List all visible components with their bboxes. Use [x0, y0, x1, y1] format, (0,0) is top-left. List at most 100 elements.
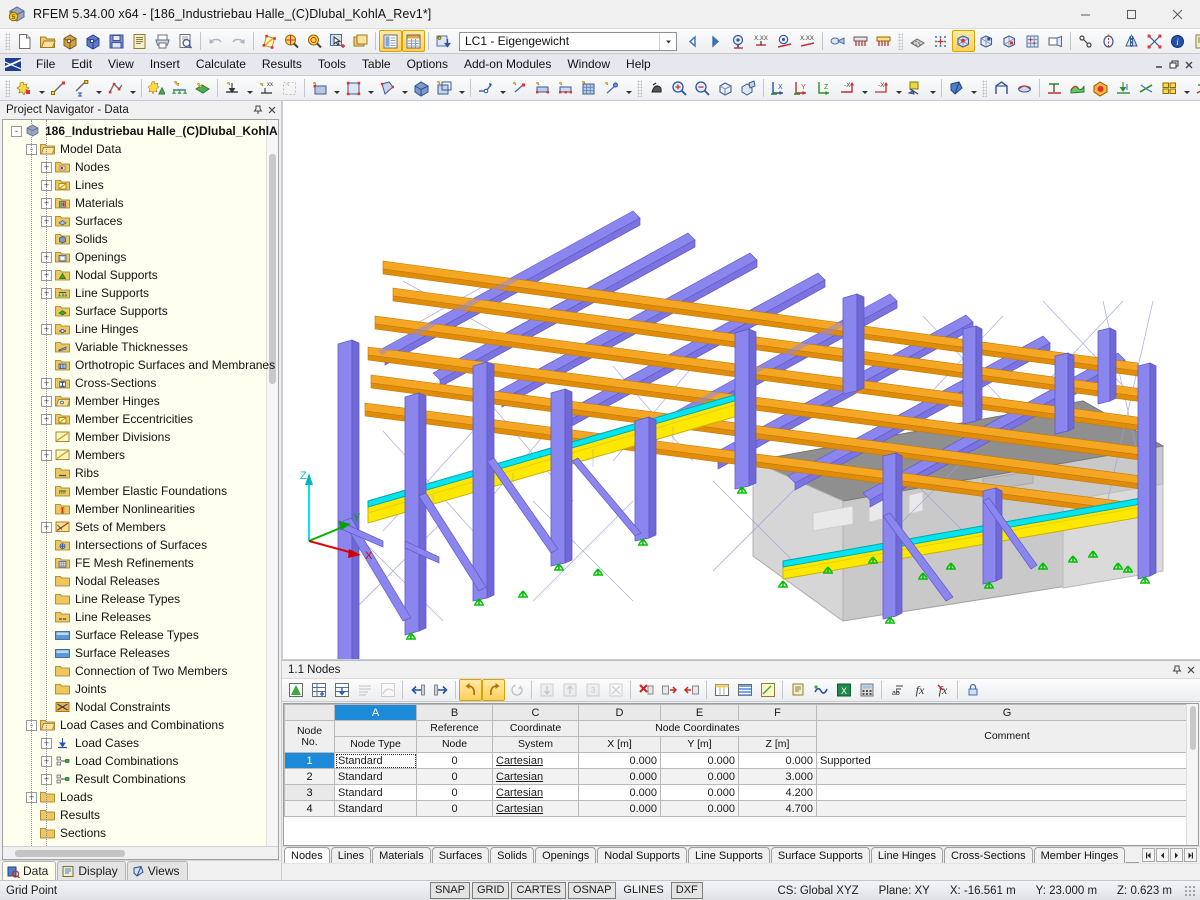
- sheet-tab-cross-sections[interactable]: Cross-Sections: [944, 847, 1033, 863]
- col-letter-d[interactable]: D: [578, 704, 661, 721]
- zoom-in-icon[interactable]: [668, 77, 691, 99]
- table-columns-icon[interactable]: [710, 679, 733, 701]
- new-nodal-constraint-dropdown-icon[interactable]: [623, 77, 634, 99]
- structural-model-3d[interactable]: Z Y X: [283, 101, 1200, 660]
- tree-item-loads[interactable]: + Loads: [3, 788, 278, 806]
- move-copy-icon[interactable]: [1074, 30, 1097, 52]
- tree-item-result-combinations[interactable]: + Result Combinations: [3, 770, 278, 788]
- tree-item-members[interactable]: + Members: [3, 446, 278, 464]
- show-model-icon[interactable]: [952, 30, 975, 52]
- zoom-window-icon[interactable]: [280, 30, 303, 52]
- result-values-icon[interactable]: X.XX: [750, 30, 773, 52]
- member-hinge-dropdown-icon[interactable]: [497, 77, 508, 99]
- new-surface-support-icon[interactable]: [191, 77, 214, 99]
- sheet-tab-openings[interactable]: Openings: [535, 847, 597, 863]
- cell-y[interactable]: 0.000: [660, 752, 739, 769]
- tree-hscroll-thumb[interactable]: [15, 850, 125, 857]
- support-reactions-icon[interactable]: [1135, 77, 1158, 99]
- select-objects-icon[interactable]: [257, 30, 280, 52]
- close-button[interactable]: [1154, 0, 1200, 29]
- view-x-direction-icon[interactable]: X: [767, 77, 790, 99]
- new-surface-icon[interactable]: [308, 77, 331, 99]
- table-refresh-icon[interactable]: [505, 679, 528, 701]
- scale-icon[interactable]: [1143, 30, 1166, 52]
- cell-reference-node[interactable]: 0: [416, 768, 493, 785]
- tree-item-nodes[interactable]: + Nodes: [3, 158, 278, 176]
- table-row[interactable]: 2 Standard 0 Cartesian 0.000 0.000 3.000: [284, 768, 1198, 785]
- toolbar-grip[interactable]: [982, 79, 987, 97]
- visibility-icon[interactable]: [904, 77, 927, 99]
- table-lock-icon[interactable]: [961, 679, 984, 701]
- tree-item-model-data[interactable]: - Model Data: [3, 140, 278, 158]
- view-axonometric-icon[interactable]: -X: [870, 77, 893, 99]
- resize-grip[interactable]: [1184, 884, 1196, 897]
- table-close-icon[interactable]: [1184, 663, 1198, 677]
- new-node-icon[interactable]: [13, 77, 36, 99]
- menu-window[interactable]: Window: [559, 54, 618, 75]
- menu-tools[interactable]: Tools: [310, 54, 354, 75]
- cell-reference-node[interactable]: 0: [416, 784, 493, 801]
- redo-icon[interactable]: [227, 30, 250, 52]
- table-first-icon[interactable]: [535, 679, 558, 701]
- tree-item-nodal-releases[interactable]: Nodal Releases: [3, 572, 278, 590]
- cell-comment[interactable]: [816, 800, 1198, 817]
- show-surfaces-mesh-icon[interactable]: [1021, 30, 1044, 52]
- table-calculator-icon[interactable]: [855, 679, 878, 701]
- menu-help[interactable]: Help: [618, 54, 659, 75]
- tree-item-sections[interactable]: Sections: [3, 824, 278, 842]
- new-surface-dropdown-icon[interactable]: [331, 77, 342, 99]
- table-chart-icon[interactable]: [376, 679, 399, 701]
- load-display-icon[interactable]: [849, 30, 872, 52]
- result-color-panel-dropdown-icon[interactable]: [1181, 77, 1192, 99]
- menu-results[interactable]: Results: [254, 54, 310, 75]
- cell-coordinate-system[interactable]: Cartesian: [492, 784, 579, 801]
- status-flag-dxf[interactable]: DXF: [670, 882, 703, 899]
- cell-z[interactable]: 4.700: [738, 800, 817, 817]
- table-function-icon[interactable]: fx: [908, 679, 931, 701]
- cell-y[interactable]: 0.000: [660, 800, 739, 817]
- table-redo-icon[interactable]: [482, 679, 505, 701]
- deformation-icon[interactable]: [1112, 77, 1135, 99]
- open-model-icon[interactable]: [59, 30, 82, 52]
- navigator-tree[interactable]: -186_Industriebau Halle_(C)Dlubal_KohlA -…: [3, 120, 278, 846]
- cell-coordinate-system[interactable]: Cartesian: [492, 752, 579, 769]
- menu-file[interactable]: File: [28, 54, 63, 75]
- new-member-dropdown-icon[interactable]: [93, 77, 104, 99]
- section-cut-icon[interactable]: [1192, 77, 1200, 99]
- cell-x[interactable]: 0.000: [578, 768, 661, 785]
- new-node-dropdown-icon[interactable]: [36, 77, 47, 99]
- tree-collapse-icon[interactable]: -: [11, 125, 22, 137]
- sheet-first-button[interactable]: [1142, 848, 1155, 862]
- menu-calculate[interactable]: Calculate: [188, 54, 254, 75]
- tree-item-line-release-types[interactable]: Line Release Types: [3, 590, 278, 608]
- navigator-close-icon[interactable]: [265, 103, 279, 117]
- tree-item-orthotropic-surfaces-and-membranes[interactable]: Orthotropic Surfaces and Membranes: [3, 356, 278, 374]
- cell-z[interactable]: 0.000: [738, 752, 817, 769]
- cell-z[interactable]: 3.000: [738, 768, 817, 785]
- navigator-tab-data[interactable]: Data: [2, 861, 57, 880]
- tree-item-fe-mesh-refinements[interactable]: FE Mesh Refinements: [3, 554, 278, 572]
- col-letter-e[interactable]: E: [660, 704, 739, 721]
- new-polyline-icon[interactable]: [104, 77, 127, 99]
- tree-item-connection-of-two-members[interactable]: Connection of Two Members: [3, 662, 278, 680]
- new-nodal-load-dropdown-icon[interactable]: [244, 77, 255, 99]
- table-goto-row-icon[interactable]: [330, 679, 353, 701]
- status-flag-snap[interactable]: SNAP: [430, 882, 470, 899]
- result-surface-icon[interactable]: [1066, 77, 1089, 99]
- cell-node-no[interactable]: 4: [284, 800, 335, 817]
- status-flag-glines[interactable]: GLINES: [618, 882, 668, 899]
- view-direction-dropdown-icon[interactable]: [859, 77, 870, 99]
- new-file-icon[interactable]: [13, 30, 36, 52]
- status-flag-grid[interactable]: GRID: [471, 882, 510, 899]
- table-insert-below-icon[interactable]: [680, 679, 703, 701]
- table-print-icon[interactable]: [786, 679, 809, 701]
- mirror-icon[interactable]: [1120, 30, 1143, 52]
- view-axonometric-dropdown-icon[interactable]: [893, 77, 904, 99]
- open-window-icon[interactable]: [349, 30, 372, 52]
- sheet-tab-lines[interactable]: Lines: [330, 847, 372, 863]
- menu-add-on-modules[interactable]: Add-on Modules: [456, 54, 559, 75]
- tree-item-intersections-of-surfaces[interactable]: Intersections of Surfaces: [3, 536, 278, 554]
- table-sheet-tabs[interactable]: Nodes Lines Materials Surfaces Solids Opening…: [282, 846, 1200, 863]
- rotate-icon[interactable]: [1097, 30, 1120, 52]
- cell-node-no[interactable]: 1: [284, 752, 335, 769]
